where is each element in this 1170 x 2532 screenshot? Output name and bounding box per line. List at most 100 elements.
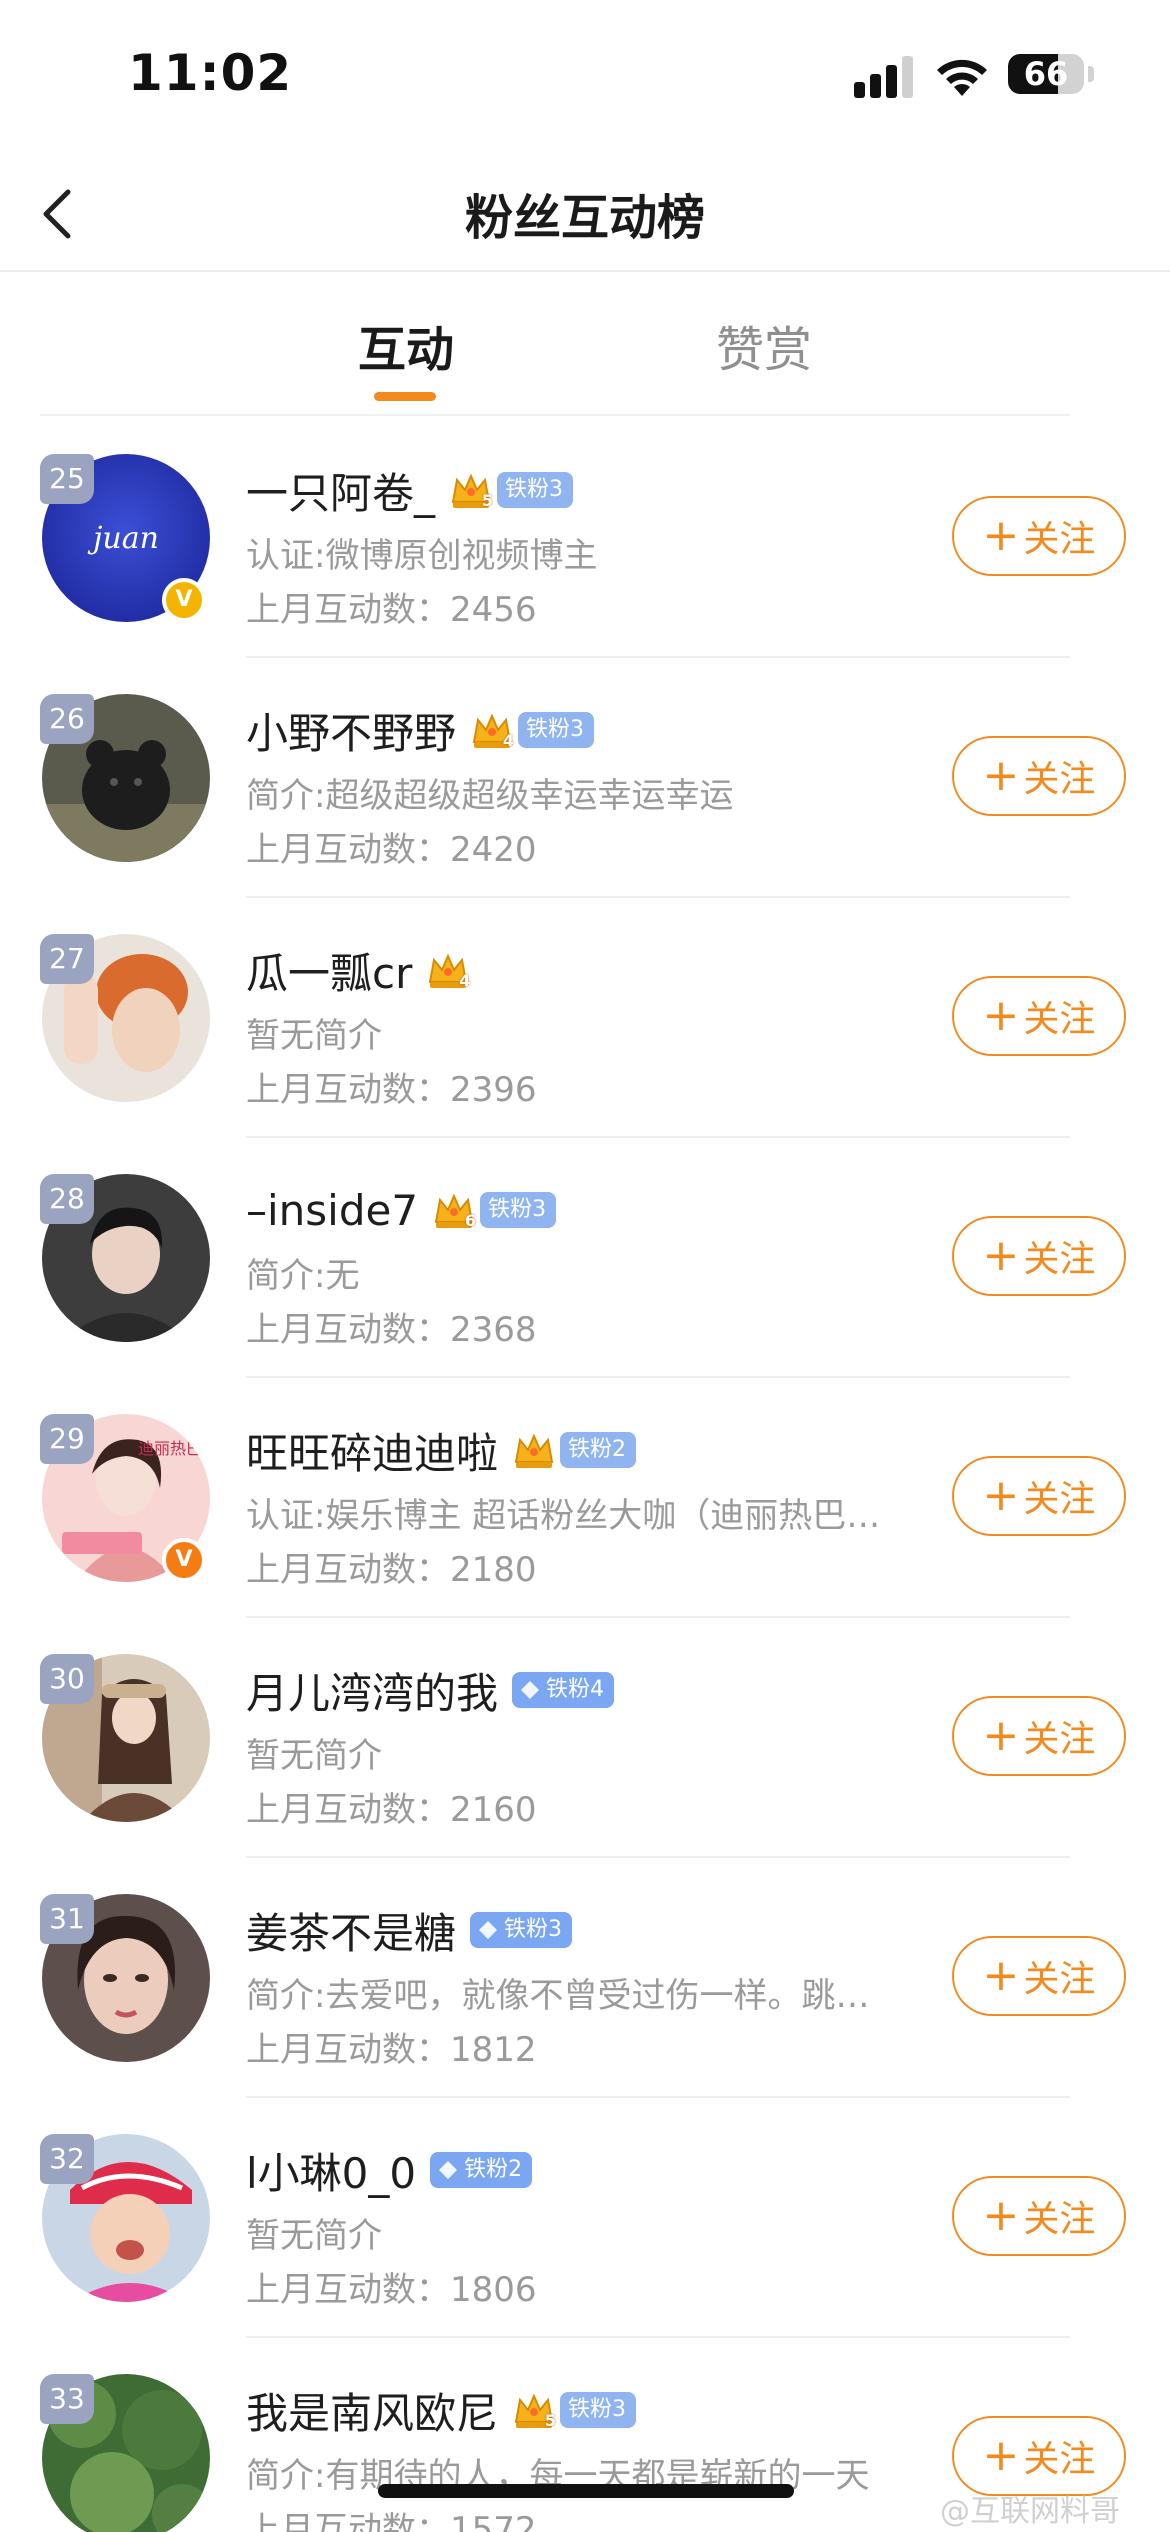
fan-description: 暂无简介 [246,1016,382,1056]
follow-button[interactable]: + 关注 [952,2416,1126,2496]
follow-label: 关注 [1023,1479,1096,1520]
name-line: 姜茶不是糖 铁粉3 [246,1900,573,1961]
rank-badge: 29 [40,1414,94,1464]
fan-name[interactable]: 姜茶不是糖 [246,1900,456,1961]
interaction-count: 上月互动数：1572 [246,2510,537,2532]
fan-name[interactable]: 瓜一瓢cr [246,940,412,1001]
fan-name[interactable]: 一只阿卷_ [246,460,435,521]
iron-fan-tag: 铁粉3 [560,2392,637,2428]
rank-badge: 25 [40,454,94,504]
follow-button[interactable]: + 关注 [952,2176,1126,2256]
iron-fan-label: 铁粉3 [504,1917,563,1942]
follow-button[interactable]: + 关注 [952,1936,1126,2016]
follow-button[interactable]: + 关注 [952,496,1126,576]
verified-icon: V [162,1538,206,1582]
nav-bar: 粉丝互动榜 [0,150,1170,272]
name-line: 一只阿卷_ 5 铁粉3 [246,460,574,521]
name-line: l小琳0_0 铁粉2 [246,2140,533,2201]
fan-row[interactable]: 迪丽热巴 29 V 旺旺碎迪迪啦 铁粉2 认证:娱乐博主 超话粉丝大咖（迪丽热巴… 上月互动… [0,1378,1170,1618]
crown-level: 5 [544,2411,557,2430]
rank-badge: 30 [40,1654,94,1704]
rank-badge: 33 [40,2374,94,2424]
svg-text:迪丽热巴: 迪丽热巴 [138,1439,202,1458]
cellular-signal-icon [854,56,913,98]
rank-badge: 26 [40,694,94,744]
fan-name[interactable]: l小琳0_0 [246,2140,416,2201]
follow-label: 关注 [1023,1239,1096,1280]
fan-row[interactable]: 26 小野不野野 4 铁粉3 简介:超级超级超级幸运幸运幸运 上月互动数：2420 + 关注 [0,658,1170,898]
tab-reward[interactable]: 赞赏 [654,310,874,380]
name-line: –inside7 6 铁粉3 [246,1180,557,1240]
fan-name[interactable]: –inside7 [246,1186,418,1235]
fan-description: 简介:超级超级超级幸运幸运幸运 [246,776,734,816]
follow-button[interactable]: + 关注 [952,976,1126,1056]
fan-row[interactable]: 28 –inside7 6 铁粉3 简介:无 上月互动数：2368 + 关注 [0,1138,1170,1378]
home-indicator [378,2484,794,2498]
tab-active-indicator [374,392,436,401]
diamond-icon [479,1921,498,1939]
battery-cap [1088,66,1094,82]
fan-row[interactable]: 27 瓜一瓢cr 4 暂无简介 上月互动数：2396 + 关注 [0,898,1170,1138]
interaction-count: 上月互动数：2420 [246,830,537,870]
follow-button[interactable]: + 关注 [952,1216,1126,1296]
fan-row[interactable]: 31 姜茶不是糖 铁粉3 简介:去爱吧，就像不曾受过伤一样。跳… 上月互动数：1812 +… [0,1858,1170,2098]
fan-name[interactable]: 月儿湾湾的我 [246,1660,498,1721]
follow-label: 关注 [1023,1719,1096,1760]
fan-row[interactable]: 30 月儿湾湾的我 铁粉4 暂无简介 上月互动数：2160 + 关注 [0,1618,1170,1858]
fan-description: 暂无简介 [246,2216,382,2256]
fan-name[interactable]: 小野不野野 [246,700,456,761]
iron-fan-label: 铁粉4 [546,1677,605,1702]
diamond-icon [439,2161,458,2179]
follow-button[interactable]: + 关注 [952,1456,1126,1536]
rank-badge: 31 [40,1894,94,1944]
iron-fan-tag: 铁粉3 [480,1192,557,1228]
wifi-icon [937,59,987,96]
fan-row[interactable]: juan 25 V 一只阿卷_ 5 铁粉3 认证:微博原创视频博主 上月互动数：2456 + 关注 [0,418,1170,658]
interaction-count: 上月互动数：2368 [246,1310,537,1350]
plus-icon: + [982,1230,1020,1281]
plus-icon: + [982,2430,1020,2481]
follow-button[interactable]: + 关注 [952,736,1126,816]
status-time: 11:02 [128,44,293,102]
interaction-count: 上月互动数：1806 [246,2270,537,2310]
crown-level: 5 [481,491,494,510]
iron-fan-tag: 铁粉3 [497,472,574,508]
rank-badge: 28 [40,1174,94,1224]
iron-fan-tag: 铁粉3 [518,712,595,748]
follow-label: 关注 [1023,519,1096,560]
crown-level: 4 [459,971,471,990]
fan-description: 认证:微博原创视频博主 [246,536,598,576]
iron-fan-label: 铁粉3 [526,717,585,742]
plus-icon: + [982,750,1020,801]
iron-fan-tag: 铁粉3 [470,1912,573,1948]
crown-icon: 5 [449,468,493,512]
name-line: 我是南风欧尼 5 铁粉3 [246,2380,637,2441]
plus-icon: + [982,1710,1020,1761]
name-line: 旺旺碎迪迪啦 铁粉2 [246,1420,637,1481]
iron-fan-label: 铁粉3 [568,2397,627,2422]
verified-icon: V [162,578,206,622]
fan-name[interactable]: 我是南风欧尼 [246,2380,498,2441]
iron-fan-tag: 铁粉2 [560,1432,637,1468]
name-line: 月儿湾湾的我 铁粉4 [246,1660,615,1721]
plus-icon: + [982,510,1020,561]
follow-button[interactable]: + 关注 [952,1696,1126,1776]
follow-label: 关注 [1023,999,1096,1040]
crown-level: 6 [464,1211,477,1230]
tab-interaction[interactable]: 互动 [296,310,516,380]
crown-icon: 6 [432,1188,476,1232]
interaction-count: 上月互动数：2180 [246,1550,537,1590]
follow-label: 关注 [1023,759,1096,800]
iron-fan-tag: 铁粉2 [430,2152,533,2188]
iron-fan-tag: 铁粉4 [512,1672,615,1708]
iron-fan-label: 铁粉3 [505,477,564,502]
plus-icon: + [982,990,1020,1041]
fan-row[interactable]: 32 l小琳0_0 铁粉2 暂无简介 上月互动数：1806 + 关注 [0,2098,1170,2338]
fan-name[interactable]: 旺旺碎迪迪啦 [246,1420,498,1481]
fan-description: 简介:去爱吧，就像不曾受过伤一样。跳… [246,1976,870,2016]
watermark: @互联网料哥 [940,2494,1120,2529]
follow-label: 关注 [1023,1959,1096,2000]
interaction-count: 上月互动数：2396 [246,1070,537,1110]
fan-description: 认证:娱乐博主 超话粉丝大咖（迪丽热巴… [246,1496,881,1536]
iron-fan-label: 铁粉2 [464,2157,523,2182]
